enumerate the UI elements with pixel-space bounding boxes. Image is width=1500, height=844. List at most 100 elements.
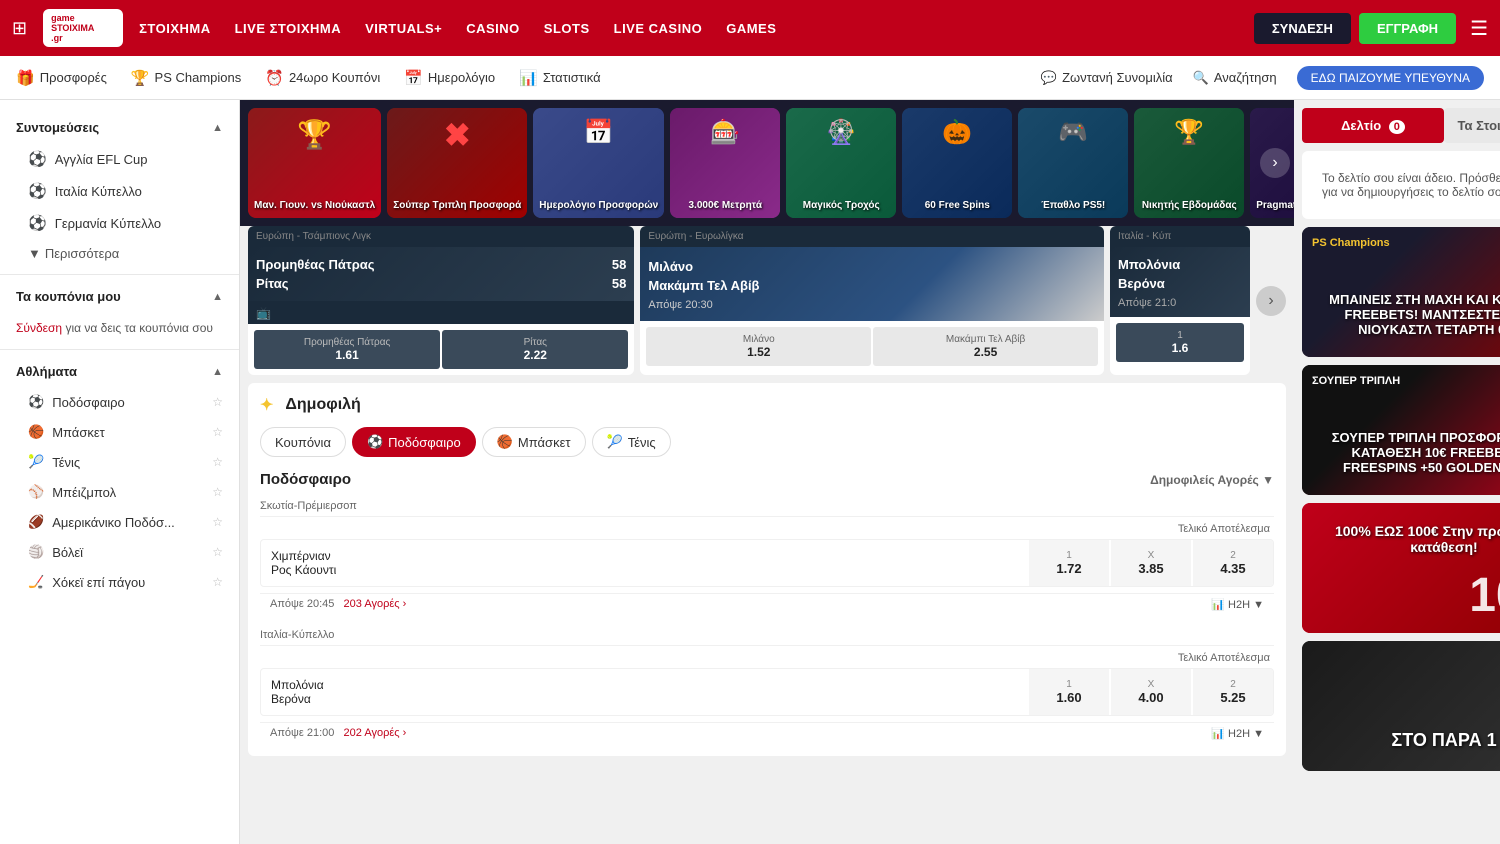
promo-banner-0[interactable]: ⭐ PS Champions ΜΠΑΙΝΕΙΣ ΣΤΗ ΜΑΧΗ ΚΑΙ ΚΕΡ… [1302,227,1500,357]
nav-24-coupon[interactable]: ⏰ 24ωρο Κουπόνι [265,69,380,87]
promo-card-2[interactable]: 📅 Ημερολόγιο Προσφορών [533,108,664,218]
promo-card-6[interactable]: 🎮 Έπαθλο PS5! [1018,108,1128,218]
result-header-0: Τελικό Αποτέλεσμα [260,523,1274,535]
h2h-link-1[interactable]: 📊 H2H ▼ [1211,727,1264,740]
match-odd-0-2[interactable]: 2 4.35 [1193,540,1273,586]
search-button[interactable]: 🔍 Αναζήτηση [1193,70,1277,86]
promo-banner-1[interactable]: ✖ ΣΟΥΠΕΡ ΤΡΙΠΛΗ ΣΟΥΠΕΡ ΤΡΙΠΛΗ ΠΡΟΣΦΟΡΑ Χ… [1302,365,1500,495]
grid-icon[interactable]: ⊞ [12,18,27,39]
nav-stoixima[interactable]: ΣΤΟΙΧΗΜΑ [139,21,211,36]
promo-card-label-3: 3.000€ Μετρητά [688,199,762,212]
sidebar-sport-hockey[interactable]: 🏒 Χόκεϊ επί πάγου ☆ [0,567,239,597]
live-match-time-1: Απόψε 20:30 [648,299,1096,311]
main-layout: Συντομεύσεις ▲ ⚽ Αγγλία EFL Cup ⚽ Ιταλία… [0,100,1500,844]
match-footer-1: Απόψε 21:00 202 Αγορές › 📊 H2H ▼ [260,722,1274,744]
live-match-body-2: Μπολόνια Βερόνα Απόψε 21:0 [1110,247,1250,317]
sidebar-sport-american-football[interactable]: 🏈 Αμερικάνικο Ποδόσ... ☆ [0,507,239,537]
live-chat-button[interactable]: 💬 Ζωντανή Συνομιλία [1041,70,1173,86]
promo-next-button[interactable]: › [1260,148,1290,178]
betslip-empty-message: Το δελτίο σου είναι άδειο. Πρόσθεσε επιλ… [1302,151,1500,219]
sidebar-divider-1 [0,274,239,275]
nav-slots[interactable]: SLOTS [544,21,590,36]
sidebar-item-efl[interactable]: ⚽ Αγγλία EFL Cup [0,143,239,175]
sidebar-sport-baseball[interactable]: ⚾ Μπέιζμπολ ☆ [0,477,239,507]
betslip-tab-active[interactable]: Δελτίο 0 [1302,108,1444,143]
popular-tab-coupons[interactable]: Κουπόνια [260,427,346,457]
nav-statistics[interactable]: 📊 Στατιστικά [519,69,601,87]
nav-games[interactable]: GAMES [726,21,776,36]
hamburger-icon[interactable]: ☰ [1470,16,1488,41]
live-odd-1-0[interactable]: Μιλάνο 1.52 [646,327,871,366]
live-odd-0-1[interactable]: Ρίτας 2.22 [442,330,628,369]
promo-card-5[interactable]: 🎃 60 Free Spins [902,108,1012,218]
coupons-login-link[interactable]: Σύνδεση [16,321,62,335]
top-navigation: ⊞ gameSTOIXIMA.gr ΣΤΟΙΧΗΜΑ LIVE ΣΤΟΙΧΗΜΑ… [0,0,1500,56]
nav-virtuals[interactable]: VIRTUALS+ [365,21,442,36]
promo-banner-3[interactable]: ΣΤΟ ΠΑΡΑ 1 [1302,641,1500,771]
match-odds-0: 1 1.72 Χ 3.85 2 4.35 [1029,540,1273,586]
sidebar-item-italy-cup[interactable]: ⚽ Ιταλία Κύπελλο [0,175,239,207]
sidebar-divider-2 [0,349,239,350]
sidebar-sport-football[interactable]: ⚽ Ποδόσφαιρο ☆ [0,387,239,417]
promo-card-7[interactable]: 🏆 Νικητής Εβδομάδας [1134,108,1244,218]
live-odd-0-0[interactable]: Προμηθέας Πάτρας 1.61 [254,330,440,369]
match-teams-1: Μπολόνια Βερόνα [261,670,1029,714]
nav-casino[interactable]: CASINO [466,21,520,36]
sidebar-item-germany-cup[interactable]: ⚽ Γερμανία Κύπελλο [0,207,239,239]
login-button[interactable]: ΣΥΝΔΕΣΗ [1254,13,1351,44]
promo-card-3[interactable]: 🎰 3.000€ Μετρητά [670,108,780,218]
betslip-tab-mybets[interactable]: Τα Στοιχήματά μου [1444,108,1500,143]
match-league-1: Ιταλία-Κύπελλο [260,625,1274,646]
calendar-icon: 📅 [404,69,423,87]
promo-card-label-4: Μαγικός Τροχός [803,199,880,212]
sports-header[interactable]: Αθλήματα ▲ [0,356,239,387]
popular-tab-tennis[interactable]: 🎾 Τένις [592,427,671,457]
promo-card-1[interactable]: ✖ Σούπερ Τριπλη Προσφορά [387,108,527,218]
star-icon-amfootball: ☆ [212,515,223,529]
promo-card-4[interactable]: 🎡 Μαγικός Τροχός [786,108,896,218]
match-odd-1-0[interactable]: 1 1.60 [1029,669,1109,715]
match-odd-1-2[interactable]: 2 5.25 [1193,669,1273,715]
promo-banner-text-1: ΣΟΥΠΕΡ ΤΡΙΠΛΗ ΠΡΟΣΦΟΡΑ ΧΩΡΙΣ ΚΑΤΑΘΕΣΗ 10… [1312,420,1500,485]
sidebar-sport-basketball[interactable]: 🏀 Μπάσκετ ☆ [0,417,239,447]
match-odd-1-1[interactable]: Χ 4.00 [1111,669,1191,715]
sidebar-sport-tennis[interactable]: 🎾 Τένις ☆ [0,447,239,477]
popular-sport-title: Ποδόσφαιρο Δημοφιλείς Αγορές ▼ [260,471,1274,488]
sidebar-more-button[interactable]: ▼ Περισσότερα [0,239,239,268]
promo-card-label-2: Ημερολόγιο Προσφορών [539,199,658,212]
nav-prosfores[interactable]: 🎁 Προσφορές [16,69,107,87]
right-panel: Δελτίο 0 Τα Στοιχήματά μου Το δελτίο σου… [1294,100,1500,844]
nav-live[interactable]: LIVE ΣΤΟΙΧΗΜΑ [235,21,342,36]
shortcuts-header[interactable]: Συντομεύσεις ▲ [0,112,239,143]
live-match-time-2: Απόψε 21:0 [1118,297,1242,309]
match-odd-0-0[interactable]: 1 1.72 [1029,540,1109,586]
register-button[interactable]: ΕΓΓΡΑΦΗ [1359,13,1456,44]
match-odd-0-1[interactable]: Χ 3.85 [1111,540,1191,586]
nav-ps-champions[interactable]: 🏆 PS Champions [131,69,241,87]
match-markets-link-1[interactable]: 202 Αγορές › [344,727,407,739]
popular-tab-basketball[interactable]: 🏀 Μπάσκετ [482,427,586,457]
nav-calendar[interactable]: 📅 Ημερολόγιο [404,69,495,87]
live-odd-2-0[interactable]: 1 1.6 [1116,323,1244,362]
h2h-link-0[interactable]: 📊 H2H ▼ [1211,598,1264,611]
live-match-card-2: Ιταλία - Κύπ Μπολόνια Βερόνα Απόψε 21:0 [1110,226,1250,375]
match-markets-link-0[interactable]: 203 Αγορές › [344,598,407,610]
match-time-1: Απόψε 21:00 202 Αγορές › [270,727,406,740]
sidebar-sport-volleyball[interactable]: 🏐 Βόλεϊ ☆ [0,537,239,567]
gift-icon: 🎁 [16,69,35,87]
promo-banner-text-3: ΣΤΟ ΠΑΡΑ 1 [1312,720,1500,761]
main-nav-links: ΣΤΟΙΧΗΜΑ LIVE ΣΤΟΙΧΗΜΑ VIRTUALS+ CASINO … [139,21,1238,36]
coupons-header[interactable]: Τα κουπόνια μου ▲ [0,281,239,312]
popular-tab-football[interactable]: ⚽ Ποδόσφαιρο [352,427,476,457]
stats-icon-1: 📊 [1211,727,1225,740]
promo-card-0[interactable]: 🏆 Μαν. Γιουν. vs Νιούκαστλ [248,108,381,218]
site-logo[interactable]: gameSTOIXIMA.gr [43,9,123,47]
responsible-gaming-button[interactable]: ΕΔΩ ΠΑΙΖΟΥΜΕ ΥΠΕΥΘΥΝΑ [1297,66,1484,90]
nav-live-casino[interactable]: LIVE CASINO [614,21,703,36]
popular-markets-dropdown[interactable]: Δημοφιλείς Αγορές ▼ [1150,473,1274,487]
live-match-body-0: Προμηθέας Πάτρας 58 Ρίτας 58 [248,247,634,301]
live-odd-1-1[interactable]: Μακάμπι Τελ Αβίβ 2.55 [873,327,1098,366]
live-matches-next-button[interactable]: › [1256,286,1286,316]
promo-card-label-8: Pragmatic Buy Bonus [1256,199,1294,212]
promo-banner-2[interactable]: 100€ 100% ΕΩΣ 100€ Στην πρώτη σου κατάθε… [1302,503,1500,633]
